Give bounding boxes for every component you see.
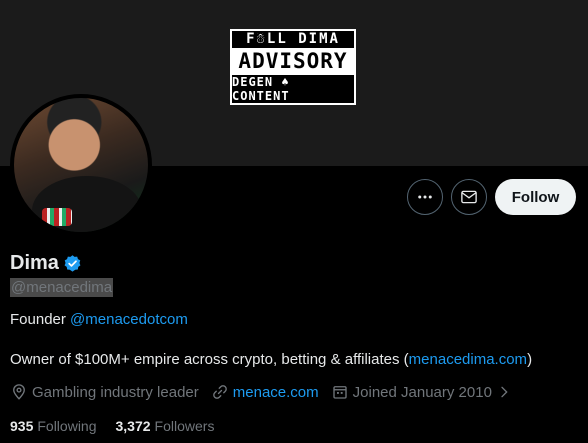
- avatar-figure: [32, 176, 142, 232]
- link-icon: [212, 385, 227, 399]
- bio-line-2: Owner of $100M+ empire across crypto, be…: [10, 351, 532, 368]
- joined-text: Joined January 2010: [352, 383, 492, 401]
- following-label: Following: [37, 418, 97, 434]
- verified-badge-icon[interactable]: [63, 254, 82, 273]
- user-handle: @menacedima: [10, 278, 114, 297]
- message-button[interactable]: [451, 179, 487, 215]
- location-text: Gambling industry leader: [32, 383, 199, 401]
- followers-label: Followers: [154, 418, 215, 434]
- follow-stats-row: 935 Following 3,372 Followers: [10, 418, 233, 434]
- joined-item[interactable]: Joined January 2010: [331, 383, 516, 401]
- advisory-logo-top: F☃LL DIMA: [246, 31, 340, 48]
- profile-page: F☃LL DIMA ADVISORY DEGEN ♠ CONTENT Follo…: [0, 0, 588, 443]
- follow-button[interactable]: Follow: [495, 179, 576, 215]
- following-count: 935: [10, 418, 34, 434]
- bio-line-1: Founder @menacedotcom: [10, 311, 188, 328]
- advisory-logo-bottom: DEGEN ♠ CONTENT: [232, 75, 290, 103]
- advisory-logo-middle: ADVISORY: [232, 47, 354, 75]
- calendar-icon: [332, 386, 347, 399]
- bio-website-link[interactable]: menacedima.com: [409, 351, 527, 368]
- followers-stat[interactable]: 3,372 Followers: [116, 418, 215, 434]
- bio-founder-text: Founder: [10, 311, 71, 328]
- envelope-icon: [461, 190, 477, 204]
- followers-count: 3,372: [115, 418, 151, 434]
- profile-name-row: Dima: [10, 252, 82, 275]
- website-link[interactable]: menace.com: [233, 384, 319, 401]
- more-horizontal-icon: [418, 195, 432, 199]
- more-options-button[interactable]: [407, 179, 443, 215]
- avatar-poker-chips: [42, 208, 72, 226]
- bio-close-paren: ): [527, 351, 533, 368]
- website-item[interactable]: menace.com: [211, 383, 319, 401]
- display-name: Dima: [10, 252, 59, 274]
- location-item: Gambling industry leader: [10, 383, 199, 401]
- avatar[interactable]: [10, 94, 152, 236]
- location-pin-icon: [13, 384, 25, 400]
- following-stat[interactable]: 935 Following: [10, 418, 97, 434]
- bio-owner-text: Owner of $100M+ empire across crypto, be…: [10, 351, 409, 368]
- advisory-logo: F☃LL DIMA ADVISORY DEGEN ♠ CONTENT: [230, 29, 356, 105]
- chevron-right-icon: [501, 386, 508, 398]
- bio-mention-link[interactable]: @menacedotcom: [70, 311, 188, 328]
- profile-meta-row: Gambling industry leader menace.com Join…: [10, 383, 528, 401]
